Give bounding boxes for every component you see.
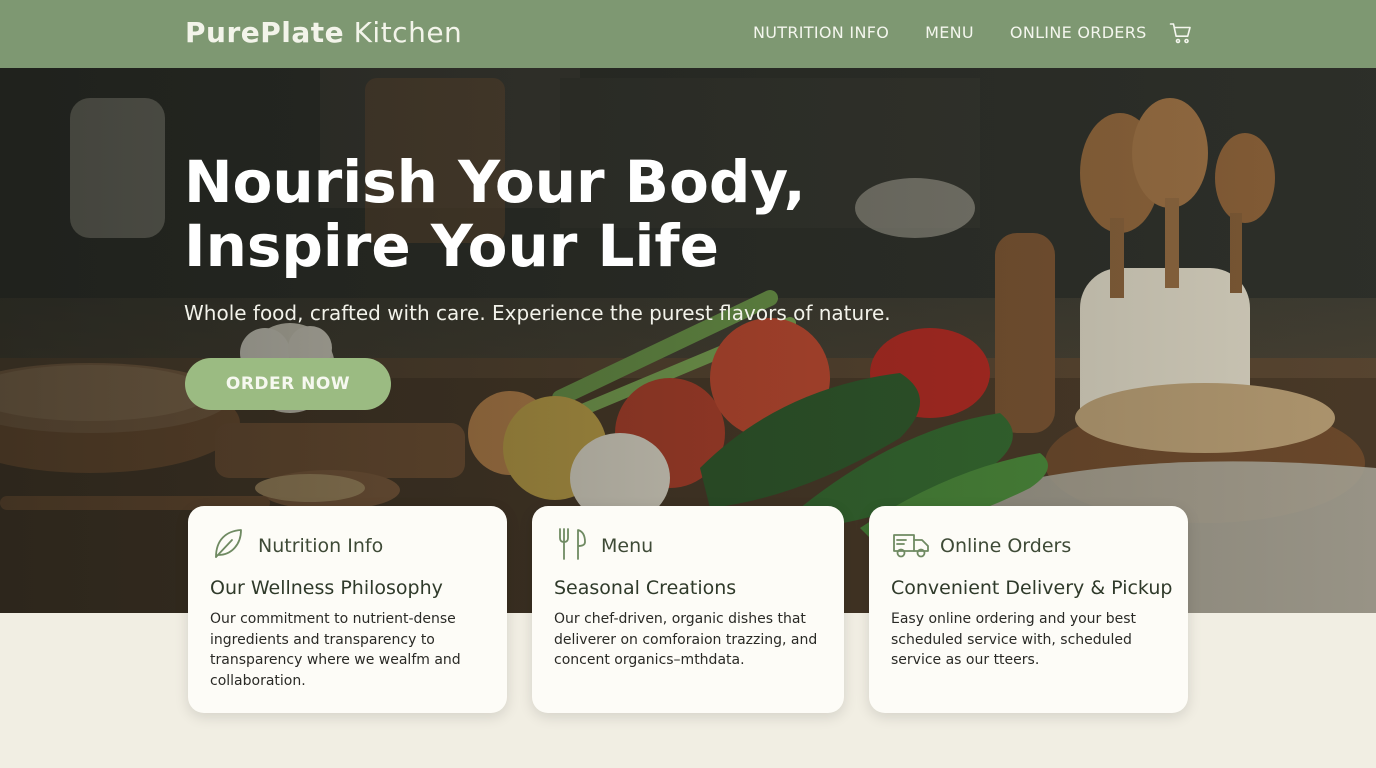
- fork-knife-icon: [554, 526, 590, 562]
- nav-online-orders[interactable]: ONLINE ORDERS: [1010, 23, 1147, 42]
- delivery-truck-icon: [891, 526, 929, 562]
- hero-headline: Nourish Your Body, Inspire Your Life: [184, 150, 884, 278]
- card-online-orders[interactable]: Online Orders Convenient Delivery & Pick…: [869, 506, 1188, 713]
- brand-name-light: Kitchen: [353, 16, 463, 49]
- main-nav: NUTRITION INFO MENU ONLINE ORDERS: [753, 23, 1191, 44]
- nav-nutrition-info[interactable]: NUTRITION INFO: [753, 23, 889, 42]
- cart-icon[interactable]: [1169, 21, 1193, 45]
- site-header: PurePlate Kitchen NUTRITION INFO MENU ON…: [0, 0, 1376, 68]
- order-now-button[interactable]: ORDER NOW: [185, 358, 391, 410]
- card-body: Easy online ordering and your best sched…: [891, 611, 1137, 668]
- card-title: Menu: [601, 535, 654, 557]
- leaf-icon: [210, 526, 246, 562]
- hero-headline-line1: Nourish Your Body,: [184, 148, 806, 216]
- hero-subline: Whole food, crafted with care. Experienc…: [184, 301, 891, 325]
- card-subtitle: Our Wellness Philosophy: [210, 577, 443, 599]
- card-body: Our commitment to nutrient-dense ingredi…: [210, 611, 461, 689]
- hero-headline-line2: Inspire Your Life: [184, 212, 719, 280]
- card-menu[interactable]: Menu Seasonal Creations Our chef-driven,…: [532, 506, 844, 713]
- nav-menu[interactable]: MENU: [925, 23, 974, 42]
- card-body: Our chef-driven, organic dishes that del…: [554, 611, 818, 668]
- brand-name-bold: PurePlate: [185, 16, 345, 49]
- card-title: Nutrition Info: [258, 535, 384, 557]
- card-title: Online Orders: [940, 535, 1072, 557]
- card-subtitle: Convenient Delivery & Pickup: [891, 577, 1173, 599]
- card-subtitle: Seasonal Creations: [554, 577, 737, 599]
- brand-logo[interactable]: PurePlate Kitchen: [185, 16, 462, 49]
- card-nutrition-info[interactable]: Nutrition Info Our Wellness Philosophy O…: [188, 506, 507, 713]
